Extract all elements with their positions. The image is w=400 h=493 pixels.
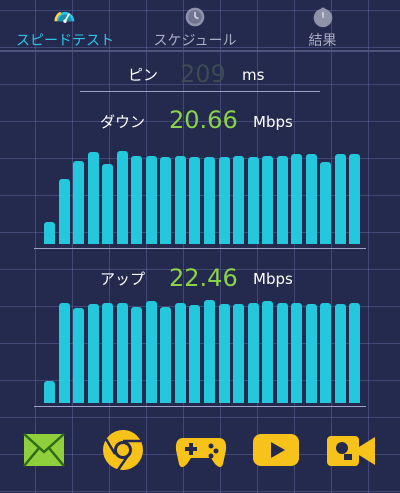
- chart-bar: [73, 308, 85, 403]
- ping-value: 209: [180, 60, 226, 88]
- chart-bar: [218, 157, 230, 244]
- chart-bar: [349, 154, 361, 244]
- upload-unit: Mbps: [253, 270, 293, 288]
- download-label: ダウン: [100, 113, 146, 131]
- chart-bar: [262, 301, 274, 403]
- tab-label: 結果: [308, 33, 337, 49]
- ping-unit: ms: [242, 66, 265, 84]
- ping-label: ピン: [128, 66, 159, 84]
- chart-bar: [204, 300, 215, 403]
- chart-bar: [73, 161, 85, 244]
- clock-icon: [185, 7, 205, 27]
- chart-bar: [334, 154, 346, 244]
- chart-bar: [102, 164, 114, 244]
- ping-divider: [80, 91, 320, 92]
- speedometer-icon: [54, 11, 75, 23]
- chart-bar: [276, 303, 288, 403]
- upload-chart: [43, 295, 363, 403]
- tab-label: スピードテスト: [16, 33, 114, 49]
- chart-bar: [87, 304, 99, 403]
- chart-bar: [160, 157, 172, 244]
- download-unit: Mbps: [253, 113, 293, 131]
- chart-bar: [276, 156, 288, 244]
- tab-results[interactable]: 結果: [290, 0, 355, 50]
- chart-bar: [291, 303, 303, 403]
- chart-bar: [145, 156, 157, 244]
- youtube-icon[interactable]: [252, 428, 300, 472]
- chart-bar: [189, 157, 201, 244]
- tab-speedtest[interactable]: スピードテスト: [15, 0, 115, 50]
- chart-bar: [262, 156, 274, 244]
- chart-bar: [305, 304, 317, 403]
- chart-bar: [131, 156, 143, 244]
- upload-value: 22.46: [169, 264, 238, 292]
- chart-bar: [160, 307, 172, 403]
- mail-icon[interactable]: [22, 428, 66, 472]
- chart-bar: [189, 305, 201, 403]
- chart-bar: [131, 307, 143, 403]
- chart-bar: [174, 303, 186, 403]
- video-camera-icon[interactable]: [326, 428, 376, 472]
- chart-bar: [334, 304, 346, 403]
- chart-bar: [116, 303, 128, 403]
- chart-bar: [102, 303, 114, 403]
- chart-bar: [233, 156, 245, 244]
- game-controller-icon[interactable]: [175, 428, 227, 472]
- chart-bar: [247, 303, 259, 403]
- chart-bar: [174, 156, 186, 244]
- chart-bar: [218, 304, 230, 403]
- chart-bar: [247, 157, 259, 244]
- chart-bar: [87, 152, 99, 244]
- chart-bar: [44, 222, 55, 244]
- chart-bar: [349, 303, 361, 403]
- download-chart: [43, 132, 363, 244]
- chart-bar: [305, 154, 317, 244]
- upload-label: アップ: [100, 270, 146, 288]
- upload-baseline: [34, 406, 366, 407]
- chrome-icon[interactable]: [101, 428, 145, 472]
- tab-label: スケジュール: [153, 33, 237, 49]
- chart-bar: [44, 381, 55, 403]
- chart-bar: [58, 179, 70, 244]
- chart-bar: [233, 304, 245, 403]
- chart-bar: [145, 301, 157, 403]
- chart-bar: [320, 162, 332, 244]
- chart-bar: [58, 303, 70, 403]
- chart-bar: [291, 154, 303, 244]
- tab-divider: [0, 50, 400, 52]
- app-shortcut-bar: [0, 428, 400, 493]
- download-value: 20.66: [169, 106, 238, 134]
- tab-schedule[interactable]: スケジュール: [145, 0, 245, 50]
- result-icon: [313, 7, 332, 28]
- chart-bar: [204, 157, 215, 244]
- chart-bar: [320, 303, 332, 403]
- chart-bar: [116, 151, 128, 244]
- tab-bar: スピードテスト スケジュール 結果: [0, 0, 400, 50]
- download-baseline: [34, 248, 366, 249]
